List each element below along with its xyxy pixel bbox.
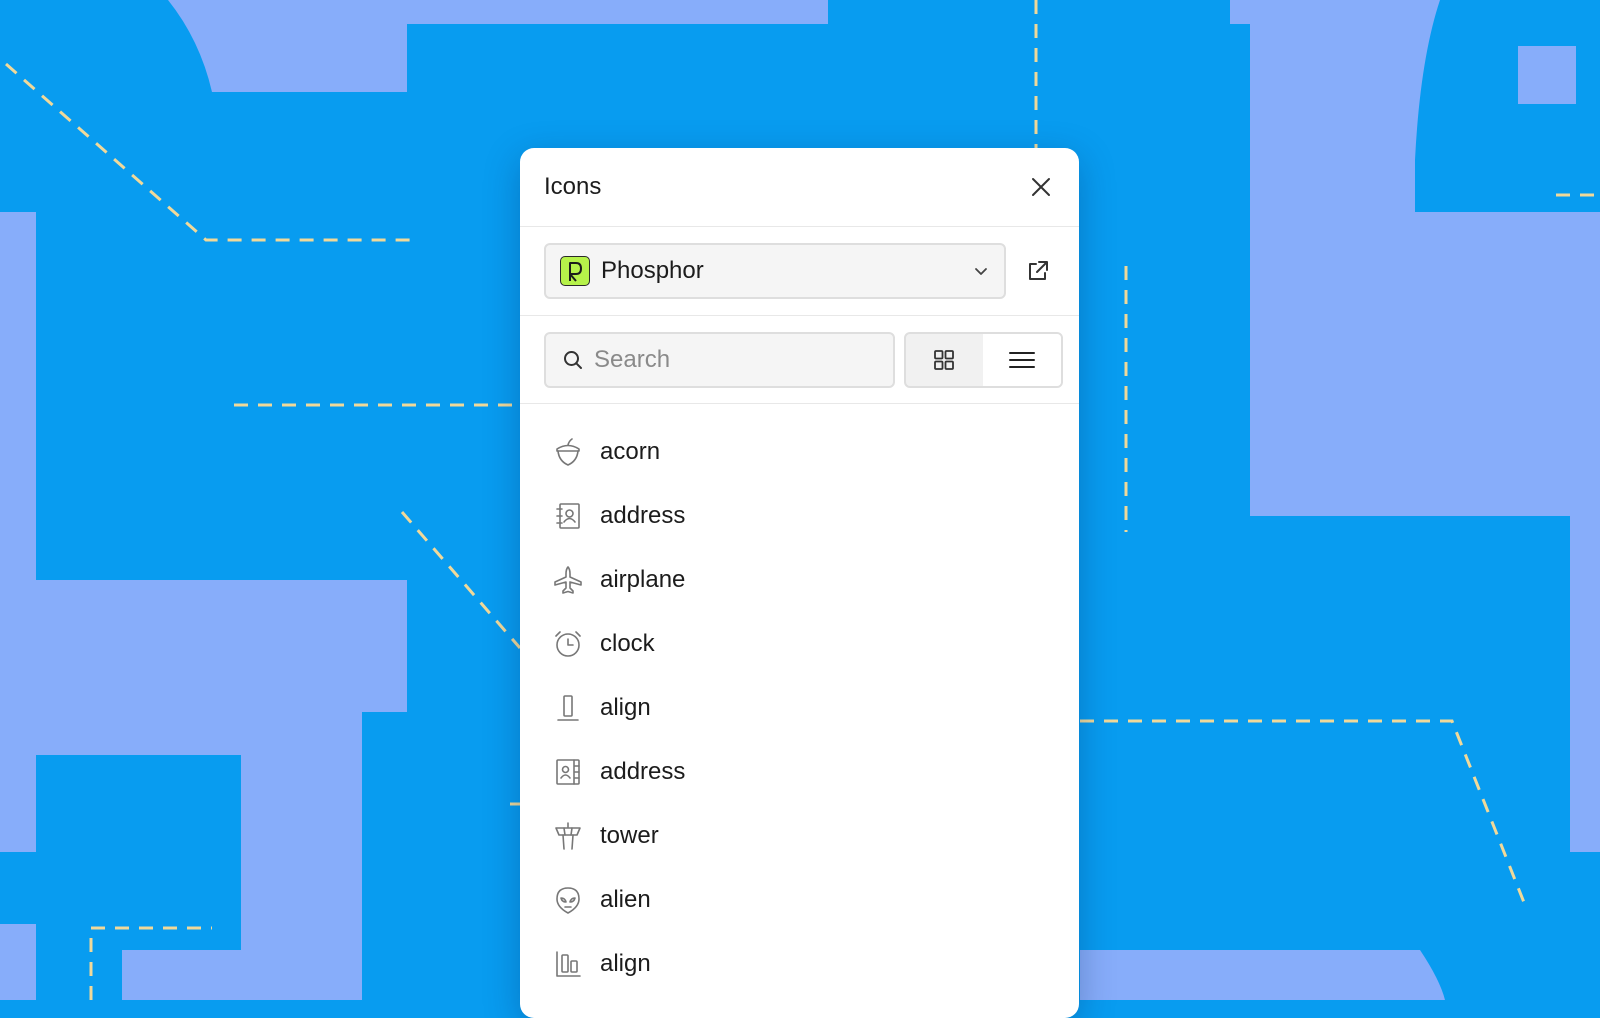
open-library-button[interactable] <box>1018 251 1058 291</box>
item-label: tower <box>600 822 659 849</box>
search-icon <box>564 350 582 369</box>
chevron-down-icon <box>975 268 987 275</box>
list-view-button[interactable] <box>983 333 1061 386</box>
address-book-tabs-icon <box>552 756 584 788</box>
list-item[interactable]: alien <box>520 868 1079 932</box>
close-icon <box>1032 178 1050 196</box>
icon-list: acorn address airplane clock align addre… <box>520 404 1079 996</box>
item-label: alien <box>600 886 651 913</box>
close-button[interactable] <box>1023 169 1059 205</box>
airplane-icon <box>552 564 584 596</box>
list-item[interactable]: airplane <box>520 548 1079 612</box>
list-item[interactable]: acorn <box>520 420 1079 484</box>
alarm-clock-icon <box>552 628 584 660</box>
library-row: Phosphor <box>520 227 1079 316</box>
phosphor-logo-icon <box>560 256 590 286</box>
alien-icon <box>552 884 584 916</box>
item-label: address <box>600 502 686 529</box>
list-item[interactable]: address <box>520 484 1079 548</box>
view-toggle <box>903 331 1063 388</box>
list-icon <box>1009 351 1036 368</box>
acorn-icon <box>552 436 584 468</box>
search-box[interactable] <box>544 331 895 388</box>
item-label: align <box>600 950 651 977</box>
search-row <box>520 316 1079 404</box>
list-item[interactable]: address <box>520 740 1079 804</box>
list-item[interactable]: align <box>520 676 1079 740</box>
item-label: airplane <box>600 566 686 593</box>
library-name: Phosphor <box>601 257 704 284</box>
grid-view-button[interactable] <box>906 334 984 386</box>
icons-panel: Icons Phosphor Search acorn address airp… <box>520 148 1079 1018</box>
address-book-icon <box>552 500 584 532</box>
library-select[interactable]: Phosphor <box>544 243 1006 299</box>
align-bottom-icon <box>552 692 584 724</box>
item-label: clock <box>600 630 655 657</box>
list-item[interactable]: tower <box>520 804 1079 868</box>
item-label: address <box>600 758 686 785</box>
item-label: align <box>600 694 651 721</box>
search-input[interactable] <box>594 345 874 374</box>
panel-header: Icons <box>520 148 1079 227</box>
external-link-icon <box>1029 261 1048 280</box>
panel-title: Icons <box>544 173 602 200</box>
align-bottom-simple-icon <box>552 948 584 980</box>
list-item[interactable]: clock <box>520 612 1079 676</box>
grid-icon <box>934 349 955 370</box>
list-item[interactable]: align <box>520 932 1079 996</box>
item-label: acorn <box>600 438 661 465</box>
airplane-tower-icon <box>552 820 584 852</box>
